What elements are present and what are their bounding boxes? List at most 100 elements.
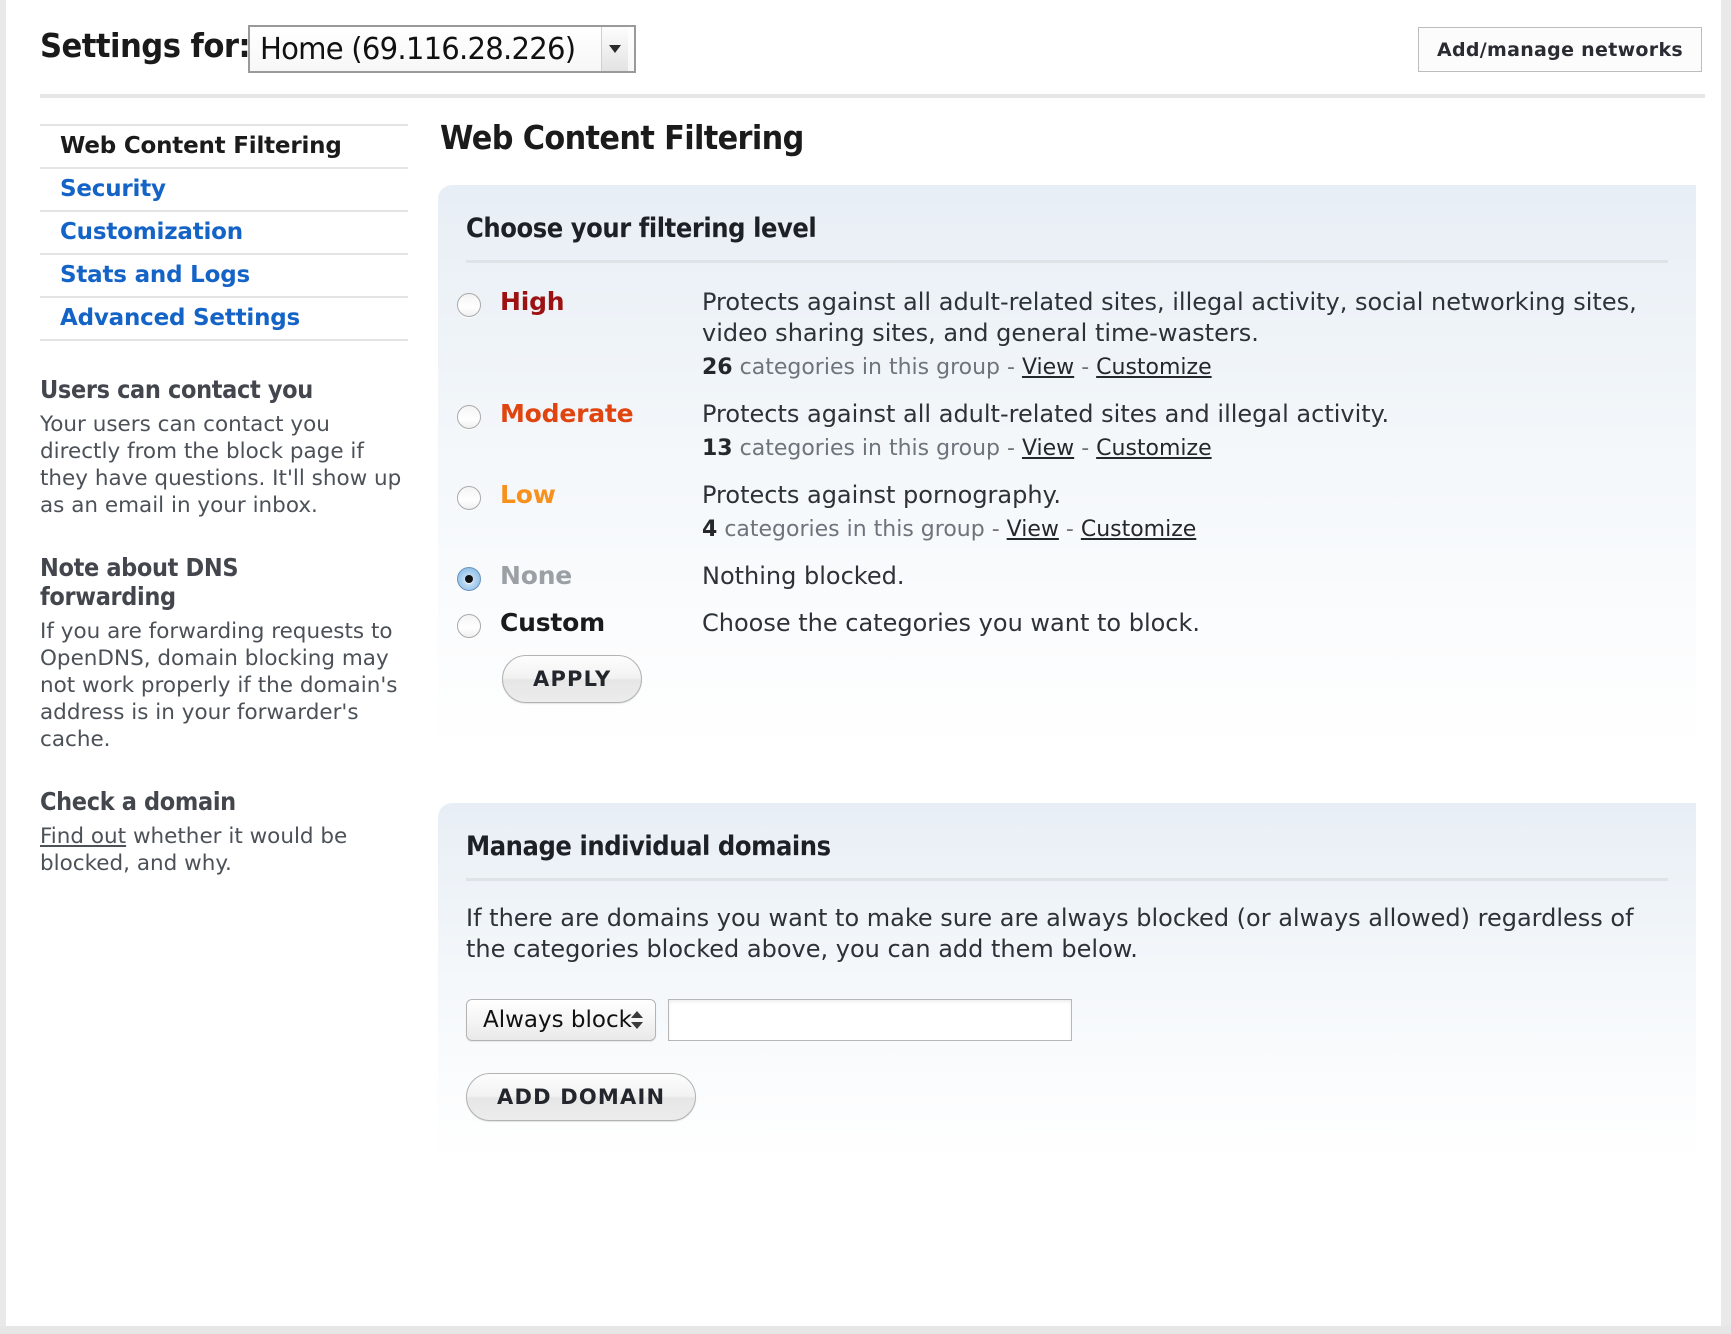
filtering-level-options: High Protects against all adult-related … <box>438 263 1696 639</box>
apply-button[interactable]: APPLY <box>502 655 643 703</box>
panel-divider <box>466 878 1668 881</box>
sidebar: Web Content Filtering Security Customiza… <box>40 124 408 877</box>
filter-level-row-low[interactable]: Low Protects against pornography. 4 cate… <box>438 478 1696 545</box>
meta-separator: - <box>1065 517 1074 542</box>
meta-separator: - <box>991 517 1000 542</box>
add-domain-form: Always block <box>466 999 1668 1041</box>
sidebar-nav: Web Content Filtering Security Customiza… <box>40 124 408 341</box>
filter-level-desc-text: Protects against all adult-related sites… <box>702 400 1390 428</box>
chevron-down-icon <box>631 1022 643 1029</box>
manage-domains-body: If there are domains you want to make su… <box>438 903 1696 1161</box>
sidebar-note-body: Find out whether it would be blocked, an… <box>40 823 408 877</box>
chevron-up-icon <box>631 1011 643 1018</box>
sidebar-note-users-can-contact-you: Users can contact you Your users can con… <box>40 375 408 519</box>
add-domain-button-row: ADD DOMAIN <box>466 1073 1668 1161</box>
sidebar-item-web-content-filtering[interactable]: Web Content Filtering <box>40 126 408 169</box>
view-link-low[interactable]: View <box>1007 517 1059 542</box>
viewport-bottom-edge <box>0 1326 1731 1334</box>
filter-level-desc-high: Protects against all adult-related sites… <box>702 285 1696 383</box>
filter-level-desc-moderate: Protects against all adult-related sites… <box>702 397 1696 464</box>
filter-level-row-custom[interactable]: Custom Choose the categories you want to… <box>438 606 1696 639</box>
sidebar-note-heading: Users can contact you <box>40 375 313 404</box>
filter-level-desc-none: Nothing blocked. <box>702 559 1696 592</box>
customize-link-moderate[interactable]: Customize <box>1096 436 1211 461</box>
filter-level-meta-high: 26 categories in this group - View - Cus… <box>702 352 1696 383</box>
filtering-level-panel: Choose your filtering level High Protect… <box>438 185 1696 749</box>
add-manage-networks-button[interactable]: Add/manage networks <box>1417 27 1702 72</box>
filter-level-desc-low: Protects against pornography. 4 categori… <box>702 478 1696 545</box>
page-root: Settings for: Home (69.116.28.226) Add/m… <box>0 0 1731 1334</box>
category-count: 26 <box>702 355 733 380</box>
sidebar-item-label: Advanced Settings <box>60 305 301 331</box>
filter-level-row-none[interactable]: None Nothing blocked. <box>438 559 1696 592</box>
filter-level-label-low[interactable]: Low <box>500 478 702 509</box>
radio-high[interactable] <box>457 293 481 317</box>
sidebar-item-label: Web Content Filtering <box>60 133 342 159</box>
view-link-high[interactable]: View <box>1022 355 1074 380</box>
category-count: 13 <box>702 436 733 461</box>
filter-level-label-high[interactable]: High <box>500 285 702 316</box>
filtering-level-heading: Choose your filtering level <box>466 213 817 244</box>
panel-spacer <box>438 749 1696 803</box>
customize-link-low[interactable]: Customize <box>1081 517 1196 542</box>
meta-separator: - <box>1007 355 1015 380</box>
sidebar-note-heading: Check a domain <box>40 787 236 816</box>
customize-link-high[interactable]: Customize <box>1096 355 1211 380</box>
filter-level-row-high[interactable]: High Protects against all adult-related … <box>438 285 1696 383</box>
radio-none[interactable] <box>457 567 481 591</box>
sidebar-item-label: Security <box>60 176 166 202</box>
filter-level-desc-text: Protects against all adult-related sites… <box>702 288 1637 347</box>
sidebar-note-body: If you are forwarding requests to OpenDN… <box>40 619 398 752</box>
viewport-right-edge <box>1721 0 1731 1334</box>
sidebar-item-advanced-settings[interactable]: Advanced Settings <box>40 298 408 341</box>
main-content: Web Content Filtering Choose your filter… <box>438 118 1696 1161</box>
sidebar-note-check-a-domain: Check a domain Find out whether it would… <box>40 787 408 877</box>
filter-level-label-moderate[interactable]: Moderate <box>500 397 702 428</box>
stepper-arrows-icon <box>631 1011 643 1029</box>
category-count: 4 <box>702 517 718 542</box>
filter-level-meta-moderate: 13 categories in this group - View - Cus… <box>702 433 1696 464</box>
manage-domains-description: If there are domains you want to make su… <box>466 904 1634 963</box>
filter-level-label-none[interactable]: None <box>500 559 702 590</box>
chevron-down-icon <box>609 45 621 53</box>
sidebar-item-security[interactable]: Security <box>40 169 408 212</box>
radio-cell <box>438 478 500 510</box>
settings-for-label: Settings for: <box>40 26 251 65</box>
sidebar-item-label: Customization <box>60 219 243 245</box>
radio-cell <box>438 606 500 638</box>
sidebar-note-body: Your users can contact you directly from… <box>40 412 402 518</box>
add-domain-button[interactable]: ADD DOMAIN <box>466 1073 697 1121</box>
filter-level-label-custom[interactable]: Custom <box>500 606 702 637</box>
network-select[interactable]: Home (69.116.28.226) <box>248 25 636 73</box>
domain-action-select[interactable]: Always block <box>466 999 656 1041</box>
top-bar: Settings for: Home (69.116.28.226) Add/m… <box>0 0 1731 98</box>
radio-cell <box>438 397 500 429</box>
filter-level-desc-custom: Choose the categories you want to block. <box>702 606 1696 639</box>
sidebar-item-customization[interactable]: Customization <box>40 212 408 255</box>
meta-separator: - <box>1081 355 1090 380</box>
radio-custom[interactable] <box>457 614 481 638</box>
view-link-moderate[interactable]: View <box>1022 436 1074 461</box>
find-out-link[interactable]: Find out <box>40 824 126 849</box>
filter-level-row-moderate[interactable]: Moderate Protects against all adult-rela… <box>438 397 1696 464</box>
network-select-value: Home (69.116.28.226) <box>260 31 576 67</box>
sidebar-item-label: Stats and Logs <box>60 262 250 288</box>
filter-level-desc-text: Choose the categories you want to block. <box>702 609 1201 637</box>
manage-domains-panel: Manage individual domains If there are d… <box>438 803 1696 1161</box>
category-count-suffix: categories in this group <box>739 355 1001 380</box>
radio-cell <box>438 285 500 317</box>
sidebar-note-heading: Note about DNS forwarding <box>40 553 239 611</box>
filter-level-meta-low: 4 categories in this group - View - Cust… <box>702 514 1696 545</box>
sidebar-item-stats-and-logs[interactable]: Stats and Logs <box>40 255 408 298</box>
viewport-left-edge <box>0 0 6 1334</box>
radio-low[interactable] <box>457 486 481 510</box>
apply-button-row: APPLY <box>502 655 1696 749</box>
domain-name-input[interactable] <box>668 999 1072 1041</box>
radio-moderate[interactable] <box>457 405 481 429</box>
sidebar-note-dns-forwarding: Note about DNS forwarding If you are for… <box>40 553 408 753</box>
radio-cell <box>438 559 500 591</box>
topbar-divider <box>40 94 1705 98</box>
category-count-suffix: categories in this group <box>724 517 985 542</box>
meta-separator: - <box>1081 436 1090 461</box>
filter-level-desc-text: Nothing blocked. <box>702 562 905 590</box>
